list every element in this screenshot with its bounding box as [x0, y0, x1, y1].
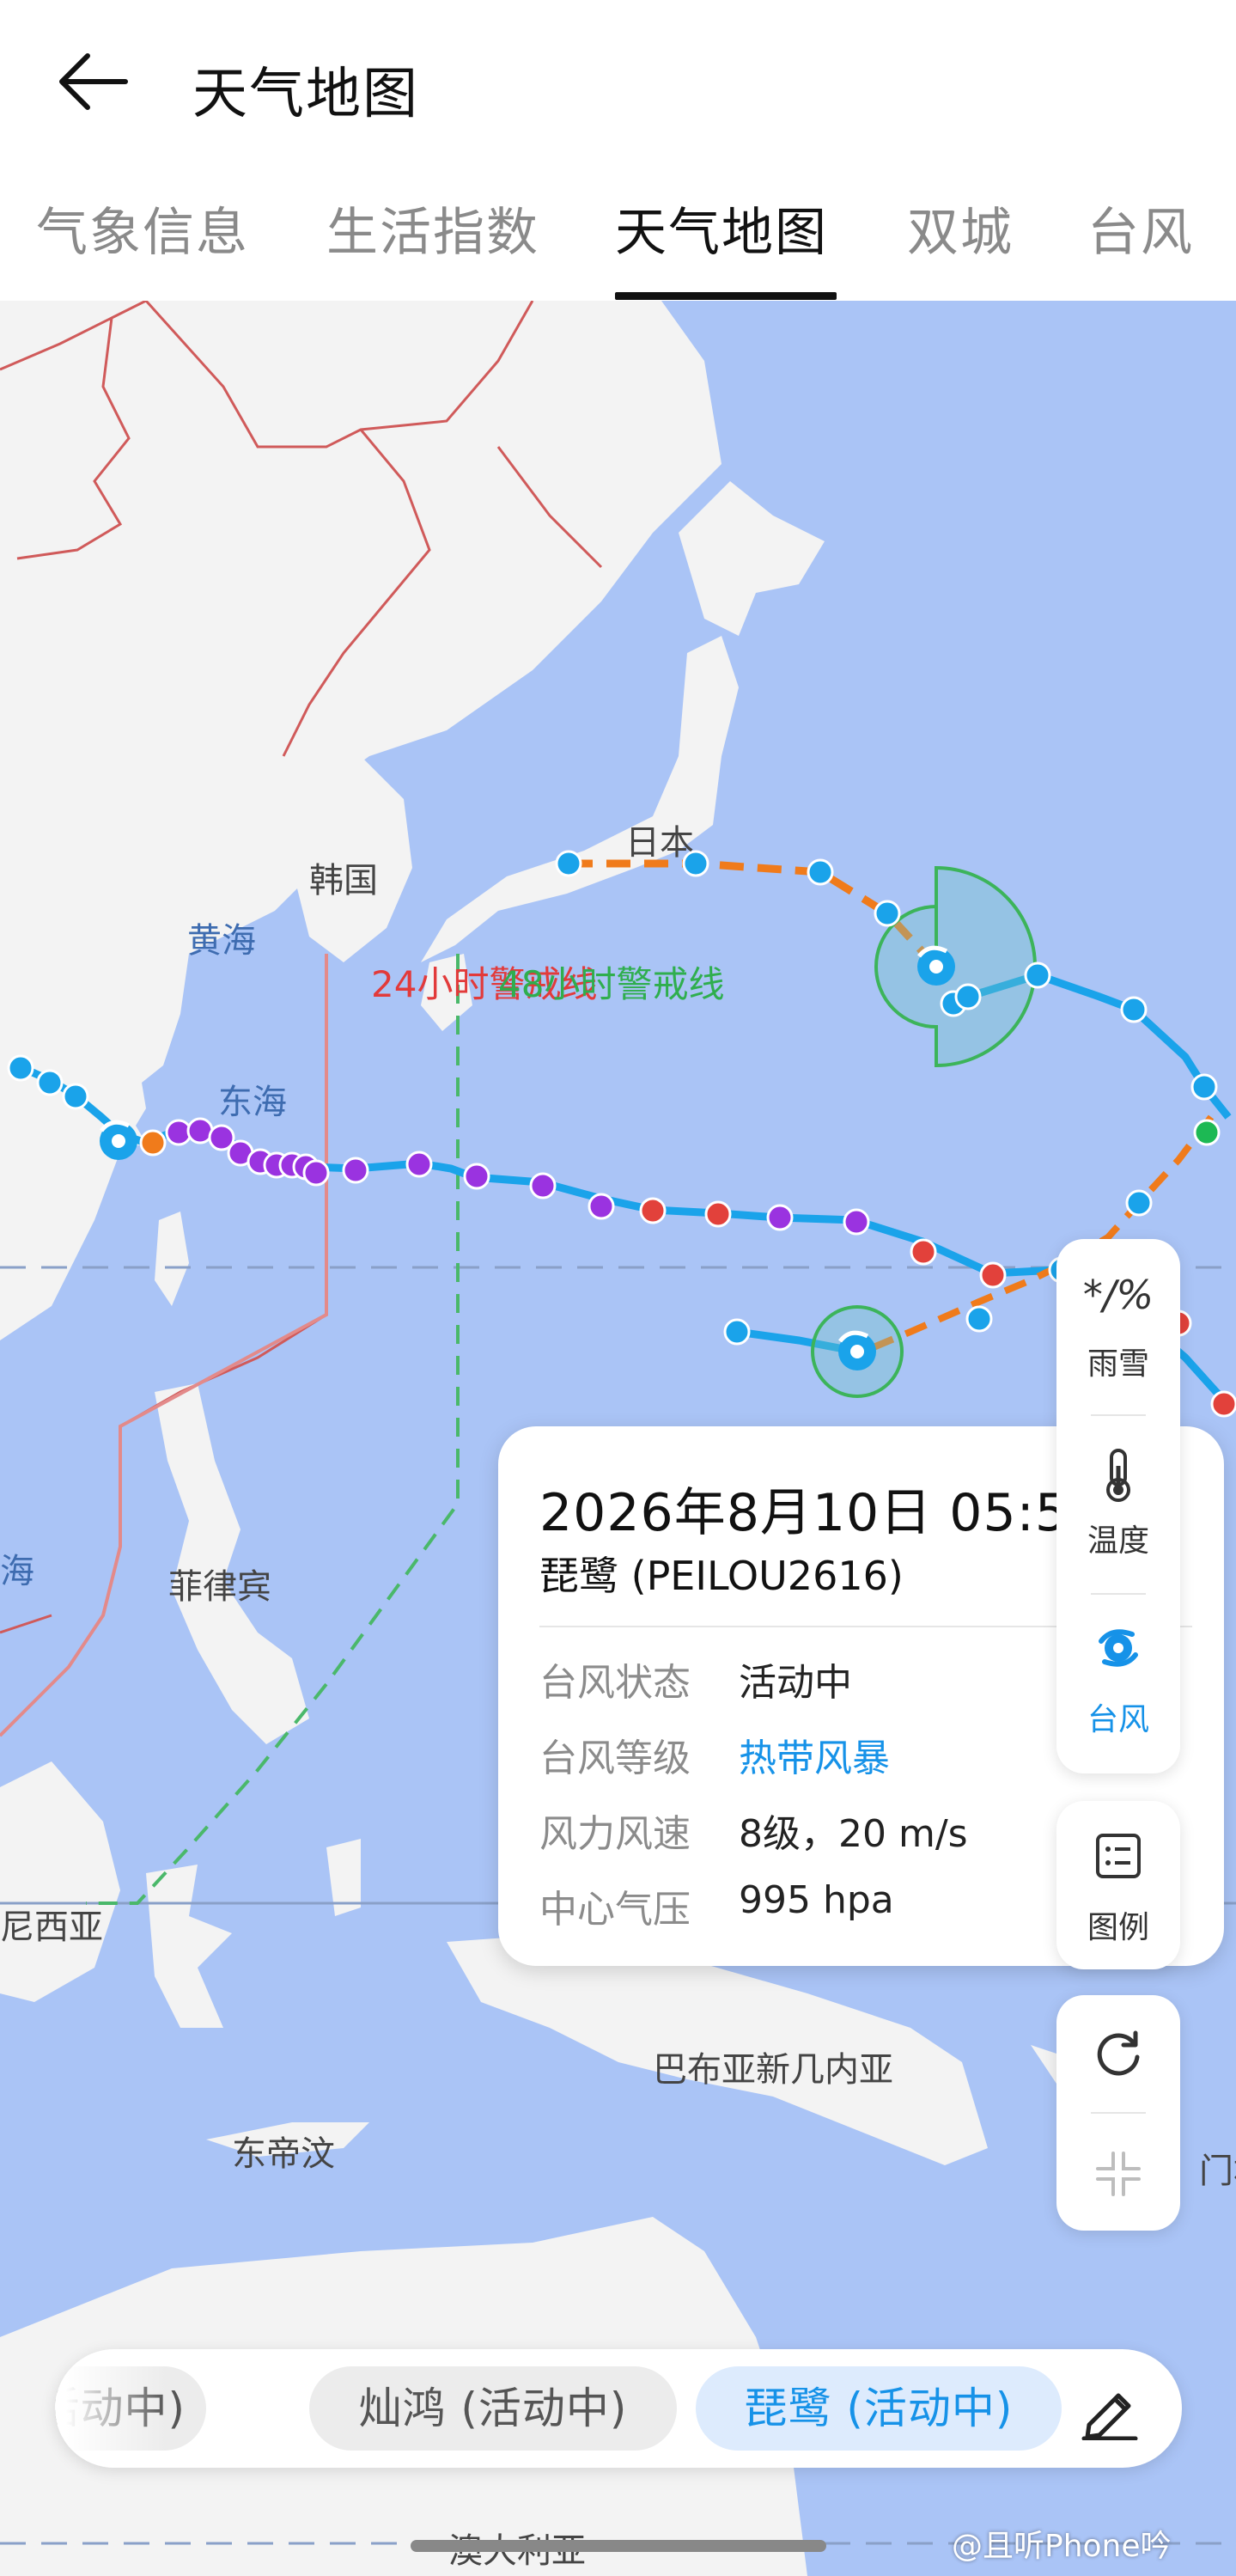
map-label-yellow-sea: 黄海	[187, 921, 256, 961]
map-label-japan: 日本	[625, 823, 694, 863]
land-taiwan	[155, 1212, 189, 1306]
pressure-value: 995 hpa	[739, 1878, 894, 1922]
wind-label: 风力风速	[539, 1812, 691, 1856]
status-value: 活动中	[739, 1661, 852, 1705]
edit-pencil-icon[interactable]	[1079, 2380, 1144, 2440]
map-label-korea: 韩国	[309, 861, 378, 900]
track-point-orange	[139, 1129, 167, 1157]
active-tab-indicator	[615, 292, 837, 300]
level-label: 台风等级	[539, 1737, 691, 1780]
layer-panel: */% 雨雪 温度 台风	[1056, 1239, 1180, 1773]
typhoon-marker-peilou	[838, 1330, 876, 1370]
rain-snow-label: 雨雪	[1087, 1346, 1149, 1382]
typhoon-selector-bar: (活动中) 灿鸿 (活动中) 琵鹭 (活动中)	[55, 2349, 1182, 2468]
land-china-coast	[0, 988, 180, 1340]
back-arrow-icon	[59, 53, 128, 110]
page-title: 天气地图	[192, 63, 419, 126]
map-label-east-timor: 东帝汶	[232, 2134, 335, 2174]
layer-temperature-button[interactable]: 温度	[1056, 1416, 1180, 1593]
app-root: 天气地图 气象信息 生活指数 天气地图 双城 台风 日本 韩国 黄海 东海 菲律…	[0, 0, 1236, 2576]
land-sulawesi	[146, 1865, 232, 2028]
thermometer-icon	[1106, 1449, 1130, 1502]
home-indicator[interactable]	[411, 2540, 826, 2552]
typhoon-icon	[1099, 1629, 1138, 1667]
map-label-sea-left: 海	[0, 1552, 34, 1591]
map-control-panel	[1056, 1995, 1180, 2231]
refresh-icon	[1097, 2030, 1140, 2076]
popup-time: 2026年8月10日 05:57	[539, 1483, 1103, 1543]
popup-typhoon-name: 琵鹭 (PEILOU2616)	[539, 1553, 904, 1599]
typhoon-chip-canhong[interactable]: 灿鸿 (活动中)	[309, 2366, 677, 2451]
typhoon-chip-peilou[interactable]: 琵鹭 (活动中)	[696, 2366, 1062, 2451]
map-label-right-edge: 门群	[1199, 2152, 1236, 2191]
layer-rain-snow-button[interactable]: */% 雨雪	[1056, 1239, 1180, 1414]
wind-value: 8级，20 m/s	[739, 1812, 968, 1856]
legend-label: 图例	[1087, 1910, 1149, 1945]
map-label-indonesia: 尼西亚	[0, 1908, 103, 1947]
tab-weather-info[interactable]: 气象信息	[36, 191, 249, 266]
watermark: @且听Phone吟	[952, 2529, 1172, 2564]
typhoon-label: 台风	[1087, 1702, 1149, 1737]
legend-list-icon	[1096, 1834, 1141, 1878]
tab-bar: 气象信息 生活指数 天气地图 双城 台风	[0, 191, 1236, 301]
rain-snow-icon: */%	[1082, 1272, 1154, 1318]
pressure-label: 中心气压	[539, 1888, 691, 1932]
level-value: 热带风暴	[739, 1737, 890, 1780]
top-bar: 天气地图	[0, 0, 1236, 163]
typhoon-marker-west	[100, 1120, 137, 1160]
layer-typhoon-button[interactable]: 台风	[1056, 1595, 1180, 1772]
tab-weather-map[interactable]: 天气地图	[615, 191, 828, 266]
tab-life-index[interactable]: 生活指数	[326, 191, 539, 266]
tab-typhoon[interactable]: 台风	[1087, 191, 1194, 266]
map-label-papua: 巴布亚新几内亚	[653, 2050, 893, 2090]
warning-label-48h: 48小时警戒线	[498, 963, 725, 1005]
land-borneo	[0, 1761, 120, 2002]
track-point-green	[1193, 1119, 1221, 1146]
temperature-label: 温度	[1087, 1523, 1149, 1559]
collapse-button[interactable]	[1056, 2114, 1180, 2231]
land-japan-hokkaido	[679, 481, 825, 636]
legend-panel: 图例	[1056, 1801, 1180, 1969]
legend-button[interactable]: 图例	[1056, 1801, 1180, 1969]
collapse-icon	[1096, 2152, 1141, 2196]
refresh-button[interactable]	[1056, 1995, 1180, 2112]
map-label-philippines: 菲律宾	[168, 1567, 271, 1607]
map-label-east-sea: 东海	[218, 1083, 287, 1122]
typhoon-marker-north	[917, 945, 955, 986]
chip-fade	[55, 2349, 167, 2468]
back-button[interactable]	[53, 47, 139, 116]
wind-radius-north	[874, 865, 1038, 1068]
status-label: 台风状态	[539, 1661, 691, 1705]
tab-dual-city[interactable]: 双城	[907, 191, 1014, 266]
